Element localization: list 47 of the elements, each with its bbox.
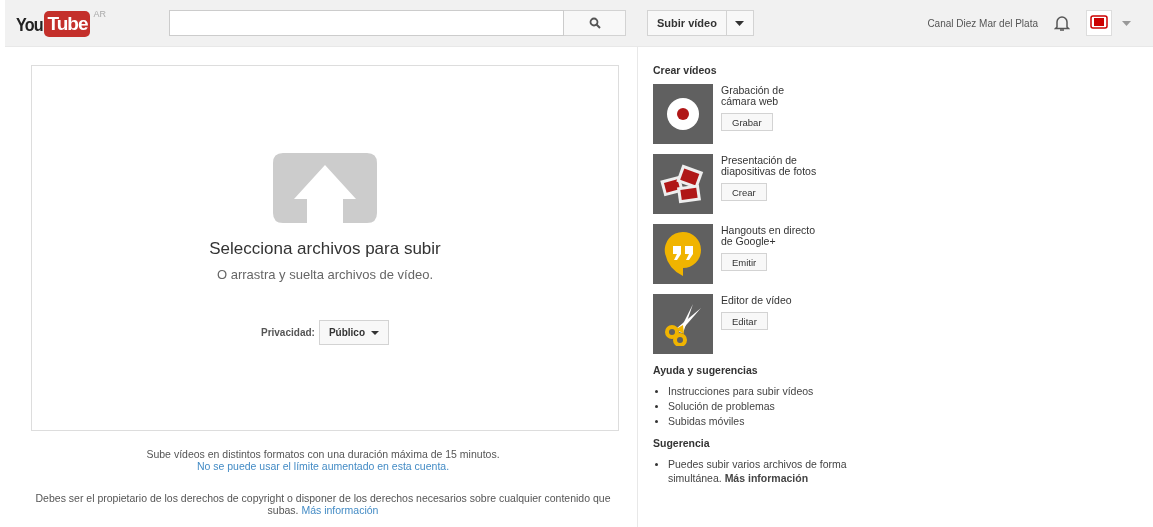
upload-dropdown-button[interactable] (726, 10, 754, 36)
caret-icon (371, 330, 379, 335)
tool-label[interactable]: Hangouts en directo de Google+ (721, 225, 821, 247)
help-link[interactable]: Instrucciones para subir vídeos (668, 384, 814, 398)
tip-text: Puedes subir varios archivos de forma simultánea. Más información (668, 457, 848, 485)
section-heading: Sugerencia (653, 437, 711, 449)
upload-title: Selecciona archivos para subir (209, 239, 441, 259)
help-link[interactable]: Solución de problemas (668, 399, 775, 413)
tool-label[interactable]: Grabación de cámara web (721, 85, 821, 107)
upload-arrow-icon (273, 153, 377, 223)
privacy-dropdown[interactable]: Público (318, 320, 389, 345)
tool-label[interactable]: Editor de vídeo (721, 295, 821, 306)
upload-subtitle: O arrastra y suelta archivos de vídeo. (216, 267, 433, 282)
section-heading: Ayuda y sugerencias (653, 364, 759, 376)
logo-you: You (16, 14, 43, 36)
logo-tube: Tube (44, 11, 91, 37)
channel-avatar[interactable] (1086, 10, 1112, 36)
search-button[interactable] (564, 10, 626, 36)
caret-icon (735, 20, 745, 26)
help-link[interactable]: Subidas móviles (668, 414, 745, 428)
photos-icon (660, 164, 706, 204)
info-link[interactable]: Más información (301, 504, 379, 516)
tool-thumbnail[interactable] (653, 224, 713, 284)
tool-button[interactable]: Emitir (721, 253, 768, 271)
section-heading: Crear vídeos (653, 64, 718, 76)
tool-button[interactable]: Editar (721, 312, 768, 330)
tool-thumbnail[interactable] (653, 294, 713, 354)
upload-button[interactable]: Subir vídeo (647, 10, 727, 36)
privacy-label: Privacidad: (260, 327, 315, 338)
country-code: AR (93, 9, 106, 19)
info-link[interactable]: No se puede usar el límite aumentado en esta cuenta. (196, 460, 450, 472)
tool-thumbnail[interactable] (653, 154, 713, 214)
channel-name[interactable]: Canal Diez Mar del Plata (927, 17, 1038, 29)
upload-drop-zone[interactable]: Selecciona archivos para subir O arrastra y suelta archivos de vídeo. Privacidad: Público (31, 65, 619, 431)
tool-label[interactable]: Presentación de diapositivas de fotos (721, 155, 821, 177)
tool-button[interactable]: Crear (721, 183, 767, 201)
upload-note: Sube vídeos en distintos formatos con una duración máxima de 15 minutos. No se puede usar el límite aumentado en esta cuenta. (145, 448, 501, 472)
tool-thumbnail[interactable] (653, 84, 713, 144)
channel-logo-icon (1090, 15, 1108, 31)
record-icon (666, 97, 700, 131)
search-icon (588, 17, 601, 29)
search-field[interactable] (169, 10, 564, 36)
bell-icon[interactable] (1054, 14, 1070, 32)
logo[interactable]: You Tube AR (16, 9, 166, 37)
quote-bubble-icon (664, 231, 702, 277)
upload-note: Debes ser el propietario de los derechos de copyright o disponer de los derechos necesarios sobre cualquier contenido que subas. Más información (34, 492, 612, 516)
tool-button[interactable]: Grabar (721, 113, 773, 131)
